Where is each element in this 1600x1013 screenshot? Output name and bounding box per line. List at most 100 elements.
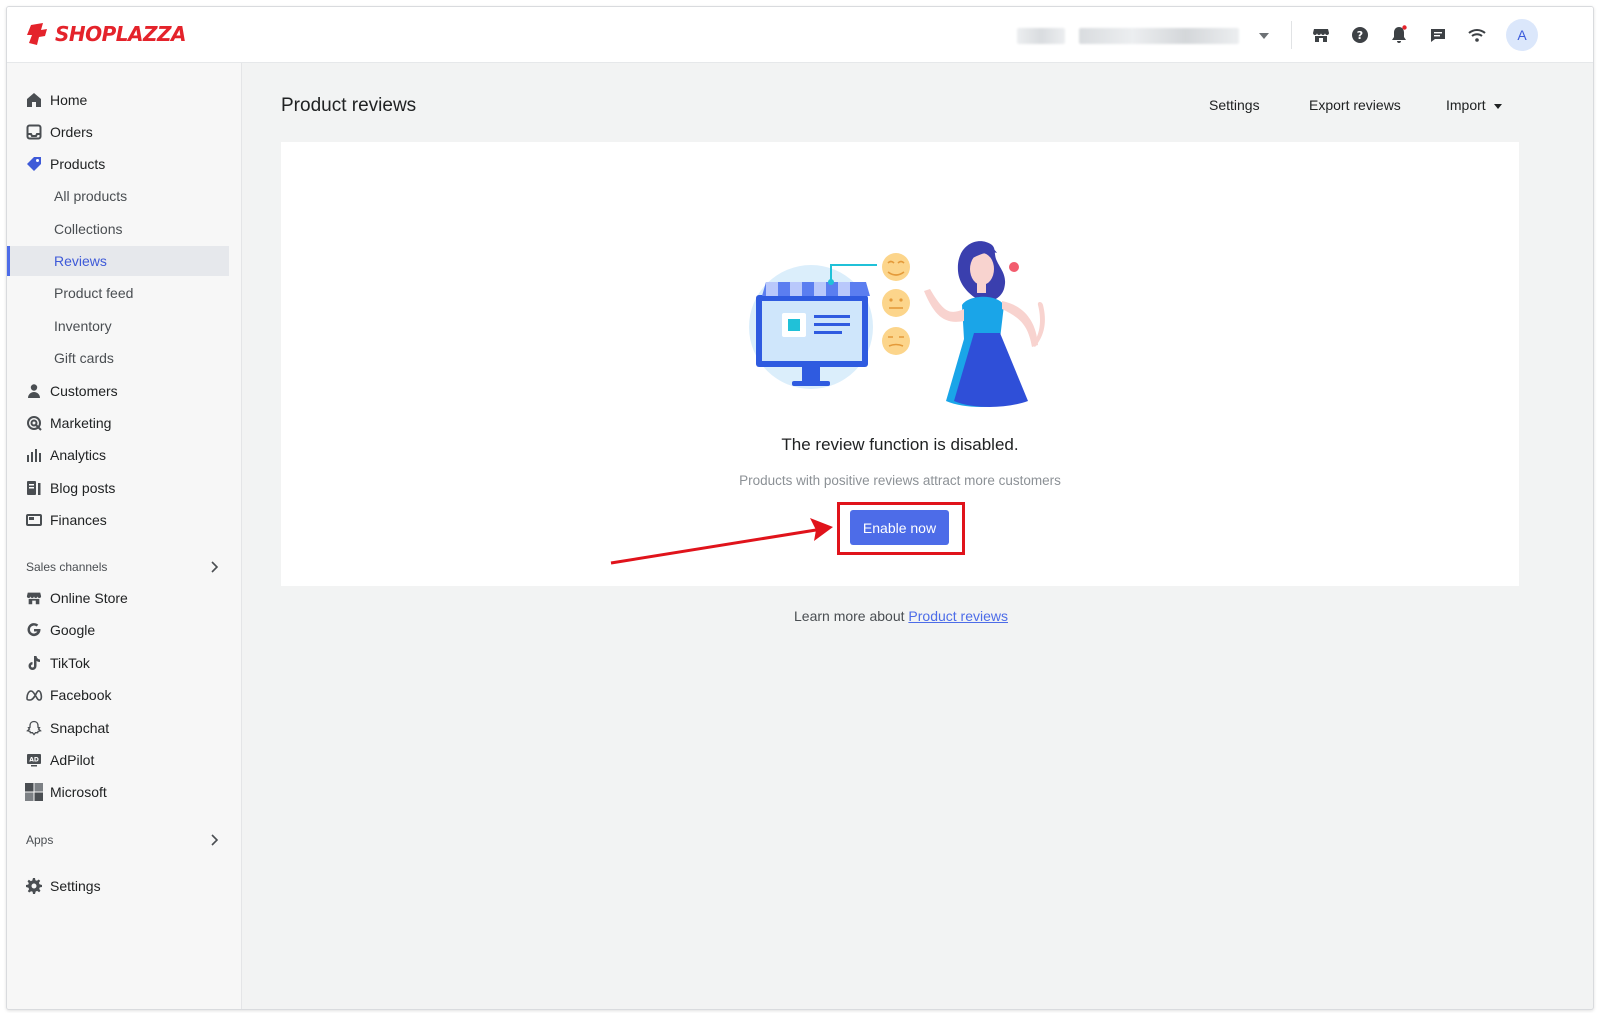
page-title: Product reviews — [281, 95, 417, 116]
sidebar-item-tiktok[interactable]: TikTok — [7, 648, 229, 678]
sidebar-item-label: TikTok — [50, 655, 90, 671]
sidebar-item-finances[interactable]: Finances — [7, 505, 229, 535]
sidebar-item-label: Home — [50, 92, 88, 108]
sidebar-item-label: Products — [50, 156, 106, 172]
sidebar-item-label: Orders — [50, 124, 93, 140]
wifi-icon[interactable] — [1465, 23, 1489, 47]
empty-state-subtitle: Products with positive reviews attract m… — [739, 473, 1061, 488]
learn-more-text: Learn more about Product reviews — [243, 608, 1559, 624]
sidebar-item-blog-posts[interactable]: Blog posts — [7, 473, 229, 503]
person-icon — [25, 382, 43, 400]
sidebar-item-online-store[interactable]: Online Store — [7, 583, 229, 613]
sidebar-item-analytics[interactable]: Analytics — [7, 440, 229, 470]
help-icon[interactable]: ? — [1348, 23, 1372, 47]
sidebar-item-snapchat[interactable]: Snapchat — [7, 713, 229, 743]
sidebar-item-home[interactable]: Home — [7, 85, 229, 115]
sidebar-item-label: Reviews — [54, 253, 107, 269]
snapchat-icon — [25, 719, 43, 737]
sidebar-item-label: All products — [54, 188, 128, 204]
avatar[interactable]: A — [1506, 19, 1538, 51]
sidebar-item-label: Marketing — [50, 415, 112, 431]
finance-icon — [25, 511, 43, 529]
sidebar-item-facebook[interactable]: Facebook — [7, 680, 229, 710]
blog-icon — [25, 479, 43, 497]
export-reviews-button[interactable]: Export reviews — [1309, 97, 1401, 113]
sidebar-item-marketing[interactable]: Marketing — [7, 408, 229, 438]
inbox-icon — [25, 123, 43, 141]
storefront-icon — [25, 589, 43, 607]
microsoft-icon — [25, 783, 43, 801]
sidebar-subitem-all-products[interactable]: All products — [7, 181, 229, 211]
sidebar-item-label: Blog posts — [50, 480, 116, 496]
google-icon — [25, 621, 43, 639]
section-label: Apps — [26, 833, 54, 847]
chevron-right-icon — [211, 834, 219, 846]
sidebar-item-microsoft[interactable]: Microsoft — [7, 777, 229, 807]
sidebar-item-orders[interactable]: Orders — [7, 117, 229, 147]
store-name-redacted — [1017, 28, 1065, 44]
sidebar-item-label: Gift cards — [54, 350, 114, 366]
tiktok-icon — [25, 654, 43, 672]
top-bar: SHOPLAZZA ? A — [7, 7, 1593, 63]
sidebar-subitem-inventory[interactable]: Inventory — [7, 311, 229, 341]
target-icon — [25, 414, 43, 432]
main-content: Product reviews Settings Export reviews … — [243, 63, 1593, 1009]
sidebar-item-settings[interactable]: Settings — [7, 871, 229, 901]
ad-icon: AD — [25, 751, 43, 769]
reviews-illustration — [749, 241, 1045, 407]
chevron-right-icon — [211, 561, 219, 573]
svg-text:AD: AD — [29, 757, 39, 764]
sidebar-subitem-collections[interactable]: Collections — [7, 214, 229, 244]
learn-more-prefix: Learn more about — [794, 608, 909, 624]
chat-icon[interactable] — [1426, 23, 1450, 47]
settings-button[interactable]: Settings — [1209, 97, 1260, 113]
import-label: Import — [1446, 97, 1486, 113]
sidebar: Home Orders Products All products Collec… — [7, 63, 242, 1009]
enable-now-button[interactable]: Enable now — [850, 510, 949, 545]
storefront-icon[interactable] — [1309, 23, 1333, 47]
sidebar-item-label: Online Store — [50, 590, 128, 606]
sidebar-subitem-gift-cards[interactable]: Gift cards — [7, 343, 229, 373]
meta-icon — [25, 686, 43, 704]
sidebar-item-label: Facebook — [50, 687, 112, 703]
tag-icon — [25, 155, 43, 173]
sidebar-item-label: Google — [50, 622, 96, 638]
brand-name: SHOPLAZZA — [55, 22, 187, 46]
sidebar-item-google[interactable]: Google — [7, 615, 229, 645]
sales-channels-header[interactable]: Sales channels — [7, 555, 229, 579]
sidebar-subitem-product-feed[interactable]: Product feed — [7, 278, 229, 308]
app-window: SHOPLAZZA ? A Home Orders Products All p… — [6, 6, 1594, 1010]
sidebar-subitem-reviews[interactable]: Reviews — [7, 246, 229, 276]
store-url-redacted — [1079, 28, 1239, 44]
sidebar-item-label: Finances — [50, 512, 107, 528]
apps-header[interactable]: Apps — [7, 828, 229, 852]
sidebar-item-label: Collections — [54, 221, 123, 237]
sidebar-item-label: Snapchat — [50, 720, 110, 736]
shoplazza-logo-icon — [27, 23, 47, 45]
chevron-down-icon — [1259, 33, 1269, 39]
bell-icon[interactable] — [1387, 23, 1411, 47]
store-selector[interactable] — [1017, 25, 1287, 47]
svg-text:?: ? — [1357, 29, 1363, 42]
divider — [1291, 21, 1292, 49]
sidebar-item-label: Inventory — [54, 318, 112, 334]
import-dropdown[interactable]: Import — [1446, 97, 1502, 113]
sidebar-item-label: Microsoft — [50, 784, 107, 800]
product-reviews-link[interactable]: Product reviews — [908, 608, 1008, 624]
caret-down-icon — [1493, 103, 1502, 109]
sidebar-item-customers[interactable]: Customers — [7, 376, 229, 406]
sidebar-item-label: Customers — [50, 383, 118, 399]
sidebar-item-label: AdPilot — [50, 752, 95, 768]
empty-state-card: The review function is disabled. Product… — [281, 142, 1519, 586]
section-label: Sales channels — [26, 560, 108, 574]
shoplazza-logo[interactable]: SHOPLAZZA — [25, 20, 187, 48]
gear-icon — [25, 877, 43, 895]
sidebar-item-label: Analytics — [50, 447, 107, 463]
empty-state-title: The review function is disabled. — [781, 435, 1019, 454]
sidebar-item-label: Product feed — [54, 285, 134, 301]
sidebar-item-products[interactable]: Products — [7, 149, 229, 179]
bar-chart-icon — [25, 446, 43, 464]
sidebar-item-adpilot[interactable]: AD AdPilot — [7, 745, 229, 775]
annotation-arrow-icon — [610, 518, 833, 565]
home-icon — [25, 91, 43, 109]
